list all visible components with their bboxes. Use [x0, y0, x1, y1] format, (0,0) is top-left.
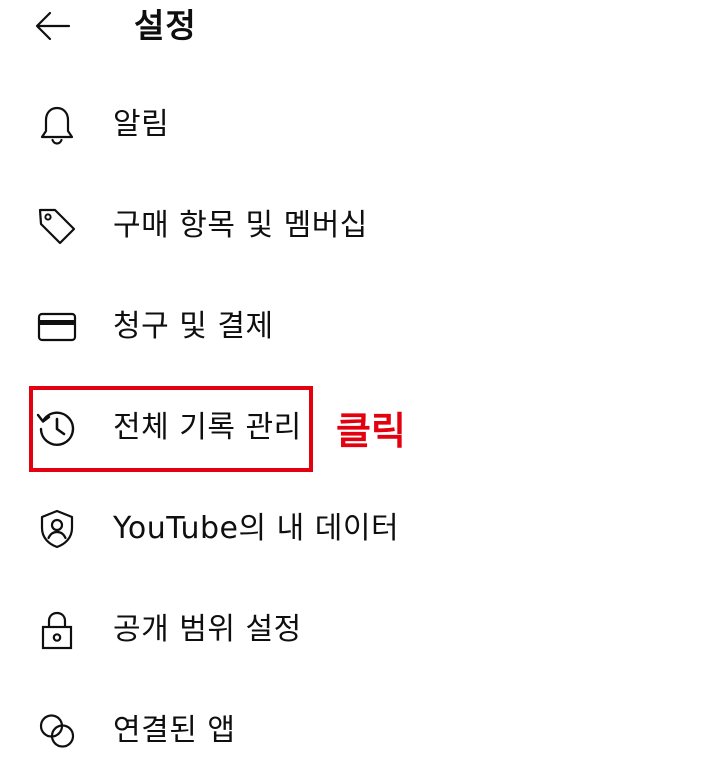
back-button[interactable]	[30, 6, 76, 46]
menu-item-billing-payments[interactable]: 청구 및 결제	[0, 277, 720, 377]
menu-item-purchases-memberships[interactable]: 구매 항목 및 멤버십	[0, 176, 720, 276]
page-title: 설정	[134, 6, 197, 45]
arrow-left-icon	[35, 11, 71, 41]
click-annotation: 클릭	[336, 409, 406, 453]
menu-item-privacy-settings[interactable]: 공개 범위 설정	[0, 580, 720, 680]
credit-card-icon	[36, 306, 78, 348]
menu-item-my-data[interactable]: YouTube의 내 데이터	[0, 479, 720, 579]
lock-icon	[36, 609, 78, 651]
menu-item-label: 알림	[113, 107, 170, 142]
menu-item-label: 연결된 앱	[113, 713, 236, 748]
linked-circles-icon	[36, 710, 78, 752]
header-bar: 설정	[0, 0, 720, 60]
bell-icon	[36, 104, 78, 146]
menu-item-label: YouTube의 내 데이터	[113, 511, 400, 546]
menu-item-label: 전체 기록 관리	[113, 410, 302, 445]
menu-item-label: 구매 항목 및 멤버십	[113, 208, 368, 243]
menu-item-connected-apps[interactable]: 연결된 앱	[0, 681, 720, 781]
menu-item-label: 공개 범위 설정	[113, 612, 302, 647]
tag-icon	[36, 205, 78, 247]
history-icon	[36, 407, 78, 449]
menu-item-label: 청구 및 결제	[113, 309, 274, 344]
menu-item-notifications[interactable]: 알림	[0, 75, 720, 175]
shield-person-icon	[36, 508, 78, 550]
